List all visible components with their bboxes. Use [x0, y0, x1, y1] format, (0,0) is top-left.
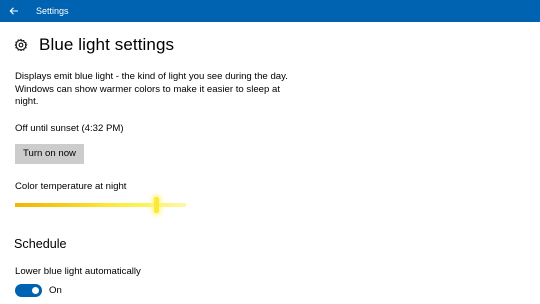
- page-header: Blue light settings: [14, 33, 174, 57]
- back-arrow-icon: [9, 7, 18, 15]
- turn-on-now-button[interactable]: Turn on now: [15, 144, 84, 164]
- slider-track[interactable]: [15, 203, 186, 207]
- color-temperature-label: Color temperature at night: [15, 181, 127, 192]
- gear-icon: [14, 38, 28, 52]
- window-title: Settings: [36, 6, 69, 16]
- color-temperature-slider[interactable]: [15, 196, 186, 214]
- page-title: Blue light settings: [39, 35, 175, 54]
- schedule-heading: Schedule: [14, 237, 67, 251]
- title-bar: Settings: [0, 0, 540, 22]
- back-button[interactable]: [0, 0, 28, 22]
- status-text: Off until sunset (4:32 PM): [15, 123, 124, 134]
- toggle-state-text: On: [49, 284, 62, 296]
- toggle-knob: [32, 286, 39, 294]
- schedule-toggle[interactable]: [15, 283, 42, 297]
- schedule-toggle-row: On: [15, 283, 62, 297]
- description-text: Displays emit blue light - the kind of l…: [15, 71, 288, 108]
- slider-thumb[interactable]: [154, 197, 159, 213]
- toggle-label: Lower blue light automatically: [15, 266, 141, 277]
